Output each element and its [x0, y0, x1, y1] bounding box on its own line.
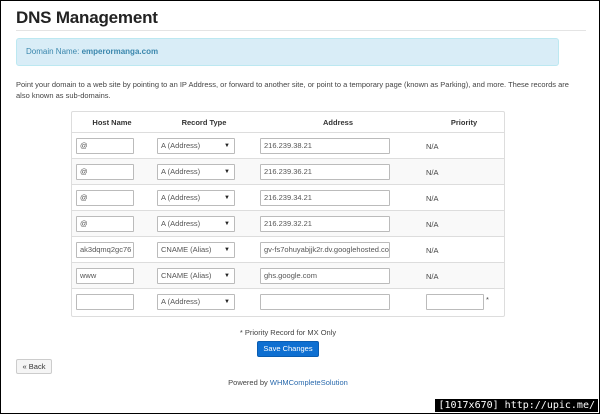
host-name-input[interactable]: ak3dqmq2gc76 — [76, 242, 134, 258]
table-row-new-record: A (Address) ▼ * — [72, 288, 504, 314]
priority-value: N/A — [426, 272, 439, 281]
dropdown-arrow-icon: ▼ — [224, 273, 230, 279]
header-address: Address — [322, 118, 354, 127]
host-name-input[interactable]: @ — [76, 138, 134, 154]
new-record-type-select[interactable]: A (Address) ▼ — [157, 294, 235, 310]
dropdown-arrow-icon: ▼ — [224, 195, 230, 201]
dropdown-arrow-icon: ▼ — [224, 247, 230, 253]
table-row: @ A (Address) ▼ 216.239.36.21 N/A — [72, 158, 504, 184]
priority-value: N/A — [426, 194, 439, 203]
record-type-select[interactable]: A (Address) ▼ — [157, 216, 235, 232]
powered-by: Powered by WHMCompleteSolution — [1, 378, 575, 387]
host-name-input[interactable]: @ — [76, 216, 134, 232]
record-type-select[interactable]: CNAME (Alias) ▼ — [157, 268, 235, 284]
record-type-select[interactable]: A (Address) ▼ — [157, 138, 235, 154]
record-type-select[interactable]: A (Address) ▼ — [157, 190, 235, 206]
priority-value: N/A — [426, 220, 439, 229]
domain-info-alert: Domain Name: emperormanga.com — [16, 38, 559, 66]
address-input[interactable]: ghs.google.com — [260, 268, 390, 284]
save-changes-button[interactable]: Save Changes — [257, 341, 319, 357]
header-priority: Priority — [450, 118, 478, 127]
table-row: @ A (Address) ▼ 216.239.38.21 N/A — [72, 132, 504, 158]
record-type-select[interactable]: CNAME (Alias) ▼ — [157, 242, 235, 258]
record-type-value: A (Address) — [161, 297, 201, 306]
address-input[interactable]: 216.239.38.21 — [260, 138, 390, 154]
domain-label: Domain Name: — [26, 47, 80, 56]
table-row: www CNAME (Alias) ▼ ghs.google.com N/A — [72, 262, 504, 288]
address-input[interactable]: gv-fs7ohuyabjjk2r.dv.googlehosted.com — [260, 242, 390, 258]
record-type-value: CNAME (Alias) — [161, 245, 212, 254]
upic-watermark: [1017x670] http://upic.me/ — [435, 399, 598, 412]
new-priority-input[interactable] — [426, 294, 484, 310]
page-frame: DNS Management Domain Name: emperormanga… — [0, 0, 600, 414]
host-name-input[interactable]: @ — [76, 164, 134, 180]
table-row: @ A (Address) ▼ 216.239.34.21 N/A — [72, 184, 504, 210]
powered-by-prefix: Powered by — [228, 378, 268, 387]
dropdown-arrow-icon: ▼ — [224, 169, 230, 175]
table-row: @ A (Address) ▼ 216.239.32.21 N/A — [72, 210, 504, 236]
address-input[interactable]: 216.239.32.21 — [260, 216, 390, 232]
priority-value: N/A — [426, 142, 439, 151]
header-record-type: Record Type — [181, 118, 227, 127]
record-type-value: A (Address) — [161, 193, 201, 202]
back-button[interactable]: « Back — [16, 359, 52, 374]
dropdown-arrow-icon: ▼ — [224, 299, 230, 305]
table-header: Host Name Record Type Address Priority — [72, 112, 504, 132]
record-type-select[interactable]: A (Address) ▼ — [157, 164, 235, 180]
record-type-value: A (Address) — [161, 167, 201, 176]
whmcs-link[interactable]: WHMCompleteSolution — [270, 378, 348, 387]
priority-value: N/A — [426, 168, 439, 177]
dns-records-table: Host Name Record Type Address Priority @… — [71, 111, 505, 317]
record-type-value: A (Address) — [161, 141, 201, 150]
new-host-name-input[interactable] — [76, 294, 134, 310]
address-input[interactable]: 216.239.34.21 — [260, 190, 390, 206]
record-type-value: A (Address) — [161, 219, 201, 228]
intro-text: Point your domain to a web site by point… — [16, 80, 569, 100]
host-name-input[interactable]: www — [76, 268, 134, 284]
header-host-name: Host Name — [92, 118, 132, 127]
address-input[interactable]: 216.239.36.21 — [260, 164, 390, 180]
new-address-input[interactable] — [260, 294, 390, 310]
priority-note: * Priority Record for MX Only — [239, 328, 337, 337]
title-divider — [16, 30, 586, 31]
domain-value: emperormanga.com — [81, 47, 159, 56]
priority-value: N/A — [426, 246, 439, 255]
page-title: DNS Management — [16, 8, 158, 27]
dropdown-arrow-icon: ▼ — [224, 221, 230, 227]
table-row: ak3dqmq2gc76 CNAME (Alias) ▼ gv-fs7ohuyab… — [72, 236, 504, 262]
host-name-input[interactable]: @ — [76, 190, 134, 206]
record-type-value: CNAME (Alias) — [161, 271, 212, 280]
dropdown-arrow-icon: ▼ — [224, 143, 230, 149]
priority-required-marker: * — [486, 295, 489, 304]
